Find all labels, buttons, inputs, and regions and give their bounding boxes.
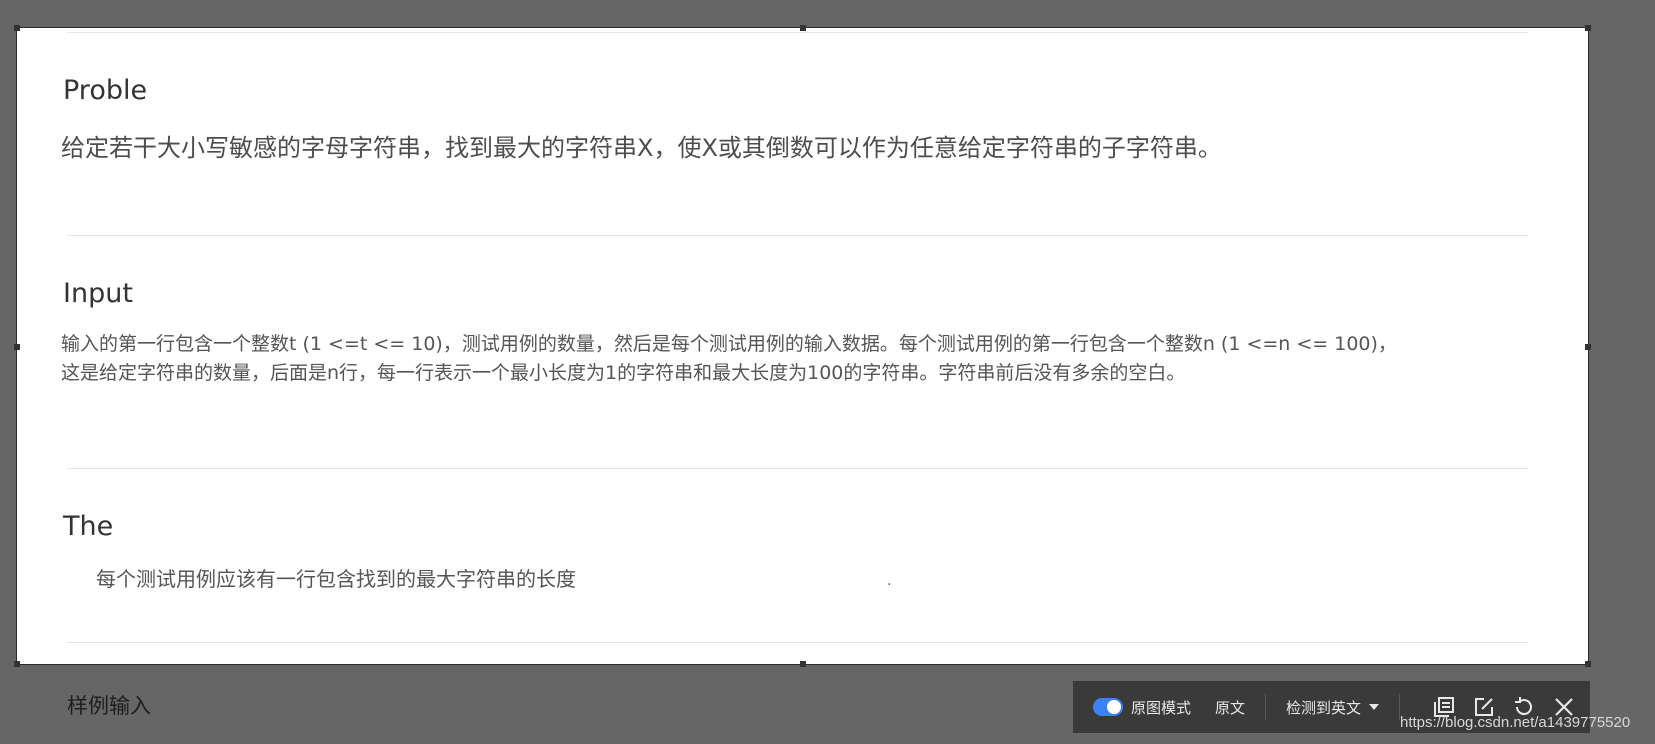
divider: [67, 642, 1528, 643]
original-text-button[interactable]: 原文: [1215, 697, 1245, 718]
input-text: 输入的第一行包含一个整数t (1 <=t <= 10)，测试用例的数量，然后是每…: [61, 330, 1521, 388]
divider: [67, 235, 1528, 236]
resize-handle-tr[interactable]: [1585, 25, 1591, 31]
chevron-down-icon: [1369, 704, 1380, 710]
divider: [67, 32, 1528, 33]
resize-handle-bl[interactable]: [14, 661, 20, 667]
resize-handle-br[interactable]: [1585, 661, 1591, 667]
language-detect-dropdown[interactable]: 检测到英文: [1286, 697, 1380, 718]
input-text-line1: 输入的第一行包含一个整数t (1 <=t <= 10)，测试用例的数量，然后是每…: [61, 333, 1397, 355]
problem-text: 给定若干大小写敏感的字母字符串，找到最大的字符串X，使X或其倒数可以作为任意给定…: [61, 134, 1222, 162]
resize-handle-mr[interactable]: [1585, 344, 1591, 350]
resize-handle-tc[interactable]: [800, 25, 806, 31]
sample-input-label: 样例输入: [67, 694, 151, 718]
resize-handle-bc[interactable]: [800, 661, 806, 667]
translation-panel: Proble 给定若干大小写敏感的字母字符串，找到最大的字符串X，使X或其倒数可…: [14, 25, 1591, 667]
output-text: 每个测试用例应该有一行包含找到的最大字符串的长度: [96, 567, 576, 591]
problem-heading: Proble: [63, 75, 148, 106]
divider: [67, 468, 1528, 469]
resize-handle-ml[interactable]: [14, 344, 20, 350]
language-detect-label: 检测到英文: [1286, 698, 1362, 717]
output-dot: .: [887, 573, 892, 589]
original-mode-toggle[interactable]: [1093, 698, 1123, 716]
output-heading: The: [63, 511, 114, 542]
watermark-url: https://blog.csdn.net/a1439775520: [1400, 714, 1631, 731]
resize-handle-tl[interactable]: [14, 25, 20, 31]
input-text-line2: 这是给定字符串的数量，后面是n行，每一行表示一个最小长度为1的字符串和最大长度为…: [61, 362, 1186, 384]
toolbar-separator: [1265, 694, 1267, 720]
input-heading: Input: [63, 278, 133, 309]
original-mode-label: 原图模式: [1131, 698, 1192, 717]
